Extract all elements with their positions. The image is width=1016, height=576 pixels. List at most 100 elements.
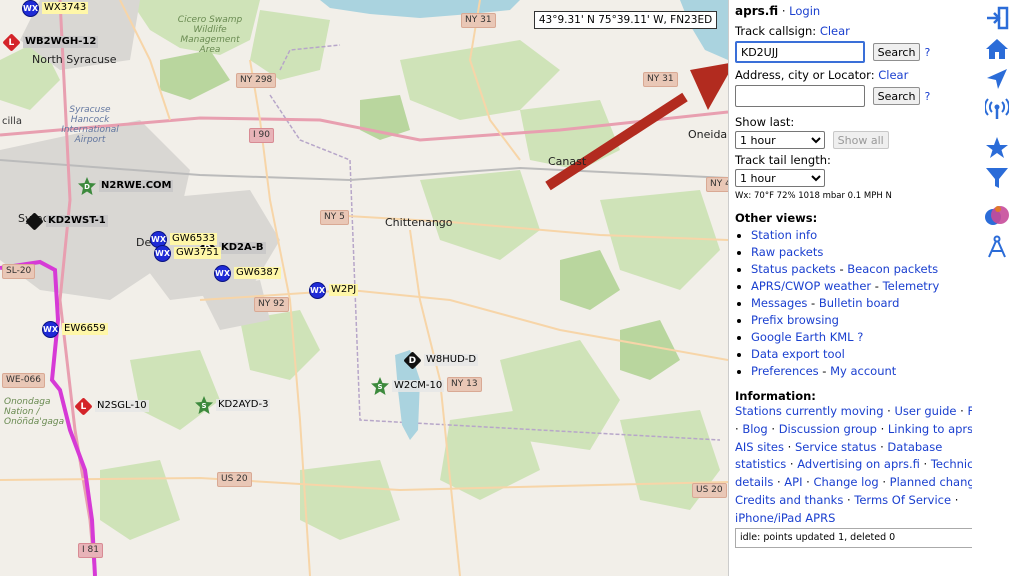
weather-station-icon: WX [309, 281, 326, 299]
raw-packets-link[interactable]: Raw packets [751, 245, 823, 259]
info-link[interactable]: Credits and thanks [735, 493, 843, 507]
list-item: Data export tool [751, 346, 997, 363]
address-help-link[interactable]: ? [924, 90, 930, 103]
info-link[interactable]: Linking to aprs.fi [888, 422, 984, 436]
shield-i90: I 90 [249, 128, 274, 143]
green-star-icon: S [371, 377, 389, 395]
star-icon[interactable] [984, 135, 1010, 161]
station-n2sgl-10[interactable]: L N2SGL-10 [74, 396, 149, 416]
digipeater-icon: D [403, 350, 422, 370]
info-link[interactable]: Discussion group [779, 422, 877, 436]
telemetry-link[interactable]: Telemetry [883, 279, 940, 293]
station-label: W2CM-10 [392, 380, 445, 392]
track-clear-link[interactable]: Clear [820, 24, 850, 38]
map-view[interactable]: 43°9.31' N 75°39.11' W, FN23ED North Syr… [0, 0, 728, 576]
separator: · [919, 457, 931, 472]
information-heading: Information: [735, 389, 816, 403]
community-icon[interactable] [984, 203, 1010, 229]
station-ew6659[interactable]: WX EW6659 [42, 320, 108, 338]
place-chittenango: Chittenango [385, 216, 453, 229]
station-info-link[interactable]: Station info [751, 228, 817, 242]
show-last-select[interactable]: 1 hour [735, 131, 825, 149]
weather-station-icon: WX [22, 0, 39, 17]
station-w8hud-d[interactable]: D W8HUD-D [403, 350, 479, 370]
prefix-browsing-link[interactable]: Prefix browsing [751, 313, 839, 327]
filter-icon[interactable] [984, 165, 1010, 191]
shield-sl20: SL-20 [2, 264, 36, 279]
show-all-button[interactable]: Show all [832, 131, 889, 149]
address-input[interactable] [735, 85, 865, 107]
weather-station-icon: WX [42, 320, 59, 338]
shield-ny298: NY 298 [236, 73, 277, 88]
info-link[interactable]: Terms Of Service [854, 493, 951, 507]
place-canastota: Canast [548, 155, 587, 168]
shield-ny92: NY 92 [254, 297, 289, 312]
track-callsign-label: Track callsign: [735, 24, 817, 38]
place-onondaga-nation: Onondaga Nation / Onöñda'gaga [4, 397, 65, 427]
login-arrow-icon[interactable] [984, 5, 1010, 31]
place-de: De [136, 236, 152, 249]
shield-ny31: NY 31 [461, 13, 496, 28]
kml-help-link[interactable]: ? [857, 330, 863, 344]
info-link[interactable]: Change log [813, 475, 878, 489]
weather-station-icon: WX [154, 244, 171, 262]
preferences-link[interactable]: Preferences [751, 364, 819, 378]
messages-link[interactable]: Messages [751, 296, 807, 310]
weather-link[interactable]: APRS/CWOP weather [751, 279, 871, 293]
station-kd2ayd-3[interactable]: S KD2AYD-3 [195, 396, 271, 414]
callsign-help-link[interactable]: ? [924, 46, 930, 59]
navigation-arrow-icon[interactable] [984, 66, 1010, 92]
bulletin-board-link[interactable]: Bulletin board [819, 296, 900, 310]
shield-us20-east: US 20 [692, 483, 727, 498]
address-label: Address, city or Locator: [735, 68, 875, 82]
callsign-input[interactable] [735, 41, 865, 63]
station-w2cm-10[interactable]: S W2CM-10 [371, 377, 445, 395]
station-wx3743[interactable]: WX WX3743 [22, 0, 89, 17]
info-link[interactable]: Advertising on aprs.fi [797, 457, 920, 471]
info-link[interactable]: Stations currently moving [735, 404, 884, 418]
address-search-button[interactable]: Search [872, 87, 921, 105]
separator: · [778, 4, 790, 18]
list-item: Messages - Bulletin board [751, 295, 997, 312]
svg-text:D: D [84, 183, 90, 191]
tail-length-select[interactable]: 1 hour [735, 169, 825, 187]
google-earth-kml-link[interactable]: Google Earth KML [751, 330, 854, 344]
info-link[interactable]: API [784, 475, 802, 489]
station-gw3751[interactable]: WX GW3751 [154, 244, 222, 262]
info-link[interactable]: iPhone/iPad APRS [735, 511, 835, 525]
status-packets-link[interactable]: Status packets [751, 262, 836, 276]
station-gw6387[interactable]: WX GW6387 [214, 264, 282, 282]
list-item: Status packets - Beacon packets [751, 261, 997, 278]
station-kd2wst-1[interactable]: KD2WST-1 [25, 211, 108, 231]
callsign-search-button[interactable]: Search [872, 43, 921, 61]
weather-readout: Wx: 70°F 72% 1018 mbar 0.1 MPH N [735, 191, 892, 201]
login-link[interactable]: Login [789, 4, 820, 18]
beacon-packets-link[interactable]: Beacon packets [847, 262, 938, 276]
show-last-label: Show last: [735, 115, 795, 129]
info-link[interactable]: Service status [795, 440, 877, 454]
station-label: KD2A-B [219, 242, 266, 254]
station-label: W2PJ [329, 284, 359, 296]
home-icon[interactable] [984, 36, 1010, 62]
my-account-link[interactable]: My account [830, 364, 896, 378]
tail-length-label: Track tail length: [735, 153, 831, 167]
other-views-heading: Other views: [735, 211, 818, 225]
info-link[interactable]: Blog [742, 422, 767, 436]
separator: · [951, 492, 959, 507]
address-clear-link[interactable]: Clear [878, 68, 908, 82]
shield-us20-west: US 20 [217, 472, 252, 487]
info-link[interactable]: User guide [894, 404, 956, 418]
compass-draw-icon[interactable] [984, 234, 1010, 260]
weather-station-icon: WX [214, 264, 231, 282]
station-wb2wgh-12[interactable]: L WB2WGH-12 [2, 32, 99, 52]
data-export-link[interactable]: Data export tool [751, 347, 845, 361]
station-n2rwe[interactable]: D N2RWE.COM [78, 177, 174, 195]
information-links: Stations currently moving · User guide ·… [735, 403, 997, 528]
station-label: WB2WGH-12 [23, 36, 99, 48]
info-link[interactable]: AIS sites [735, 440, 784, 454]
station-w2pj[interactable]: WX W2PJ [309, 281, 359, 299]
station-label: W8HUD-D [424, 354, 479, 366]
digipeater-icon [25, 211, 44, 231]
shield-i81: I 81 [78, 543, 103, 558]
radio-tower-icon[interactable] [984, 96, 1010, 122]
